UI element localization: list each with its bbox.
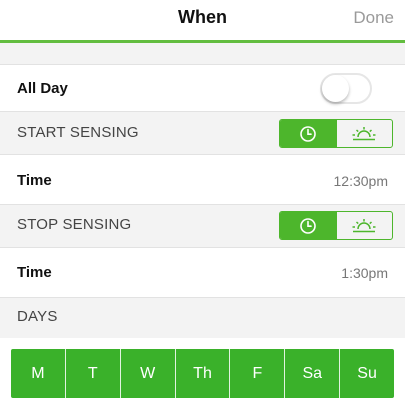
sunrise-icon [352,126,376,140]
start-sensing-label: START SENSING [17,124,139,141]
stop-time-row[interactable]: Time 1:30pm [0,248,405,298]
stop-sensing-section: STOP SENSING [0,205,405,248]
all-day-label: All Day [17,80,68,97]
start-sunrise-option[interactable] [335,120,393,147]
day-saturday[interactable]: Sa [284,349,339,398]
day-monday[interactable]: M [11,349,65,398]
start-sensing-section: START SENSING [0,112,405,155]
sunrise-icon [352,218,376,232]
stop-time-label: Time [17,264,52,281]
header-spacer [0,43,405,65]
clock-icon [299,125,316,142]
stop-clock-option[interactable] [280,212,336,239]
day-tuesday[interactable]: T [64,349,120,398]
start-clock-option[interactable] [280,120,336,147]
page-title: When [178,7,227,27]
done-button[interactable]: Done [353,8,394,28]
toggle-knob [322,75,349,102]
day-sunday[interactable]: Su [339,349,394,398]
all-day-row: All Day [0,65,405,112]
all-day-toggle[interactable] [320,73,372,104]
start-time-value: 12:30pm [333,173,388,189]
days-section: DAYS [0,298,405,338]
clock-icon [299,217,316,234]
day-thursday[interactable]: Th [174,349,230,398]
nav-bar: When Done [0,0,405,43]
stop-sunrise-option[interactable] [335,212,393,239]
stop-sensing-label: STOP SENSING [17,216,132,233]
day-wednesday[interactable]: W [119,349,175,398]
start-time-label: Time [17,172,52,189]
start-mode-selector[interactable] [279,119,393,148]
stop-mode-selector[interactable] [279,211,393,240]
start-time-row[interactable]: Time 12:30pm [0,155,405,205]
day-friday[interactable]: F [229,349,284,398]
days-label: DAYS [17,308,58,325]
days-selector[interactable]: M T W Th F Sa Su [11,349,394,398]
stop-time-value: 1:30pm [341,265,388,281]
